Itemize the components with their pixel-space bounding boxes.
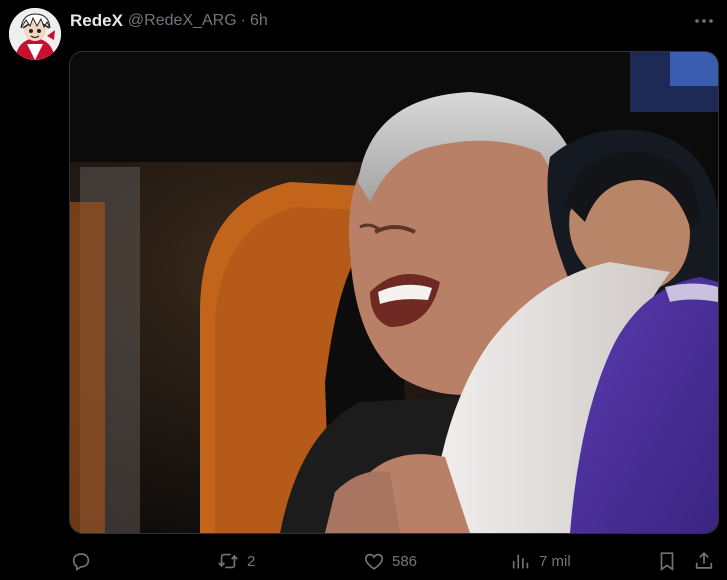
like-button[interactable]: 586 [363, 549, 417, 573]
reply-icon [72, 553, 90, 572]
heart-icon [364, 553, 384, 570]
tweet-header: RedeX @RedeX_ARG · 6h [70, 10, 268, 32]
views-button[interactable]: 7 mil [510, 549, 571, 573]
tweet-media-photo[interactable] [69, 51, 719, 534]
separator-dot: · [240, 12, 246, 29]
views-count: 7 mil [539, 552, 571, 570]
bookmark-button[interactable] [656, 549, 678, 573]
views-icon [512, 554, 529, 569]
avatar-image [9, 8, 61, 60]
timestamp[interactable]: 6h [250, 12, 268, 30]
tweet[interactable]: RedeX @RedeX_ARG · 6h 2 586 7 mil [0, 0, 727, 580]
like-count: 586 [392, 552, 418, 570]
user-handle[interactable]: @RedeX_ARG [128, 12, 237, 30]
more-options-icon[interactable] [693, 10, 715, 32]
retweet-icon [218, 553, 238, 569]
photo-image [70, 52, 718, 533]
reply-button[interactable] [70, 549, 99, 573]
share-icon [695, 552, 713, 569]
display-name[interactable]: RedeX [70, 11, 123, 31]
avatar[interactable] [9, 8, 61, 60]
action-bar: 2 586 7 mil [0, 549, 727, 573]
share-button[interactable] [693, 549, 715, 573]
retweet-count: 2 [247, 552, 256, 570]
bookmark-icon [660, 552, 674, 571]
retweet-button[interactable]: 2 [216, 549, 255, 573]
